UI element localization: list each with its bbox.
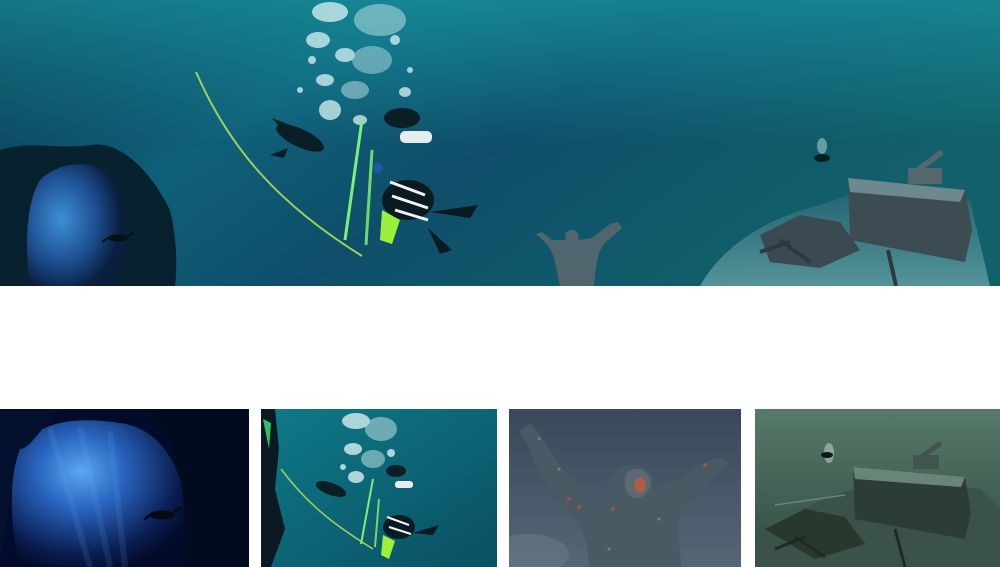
thumbnail-christ-statue[interactable] xyxy=(509,409,741,567)
thumbnail-cave-diver[interactable] xyxy=(0,409,249,567)
gallery-page xyxy=(0,0,1000,567)
thumbnail-shipwreck-image xyxy=(755,409,1000,567)
panorama-image[interactable] xyxy=(0,0,1000,286)
panorama-illustration xyxy=(0,0,1000,286)
thumbnail-cave-diver-image xyxy=(0,409,249,567)
distant-diver xyxy=(814,154,830,162)
thumbnail-shipwreck[interactable] xyxy=(755,409,1000,567)
thumbnail-descent-divers[interactable] xyxy=(261,409,497,567)
cave-opening xyxy=(27,164,125,286)
thumbnail-descent-divers-image xyxy=(261,409,497,567)
thumbnail-christ-statue-image xyxy=(509,409,741,567)
